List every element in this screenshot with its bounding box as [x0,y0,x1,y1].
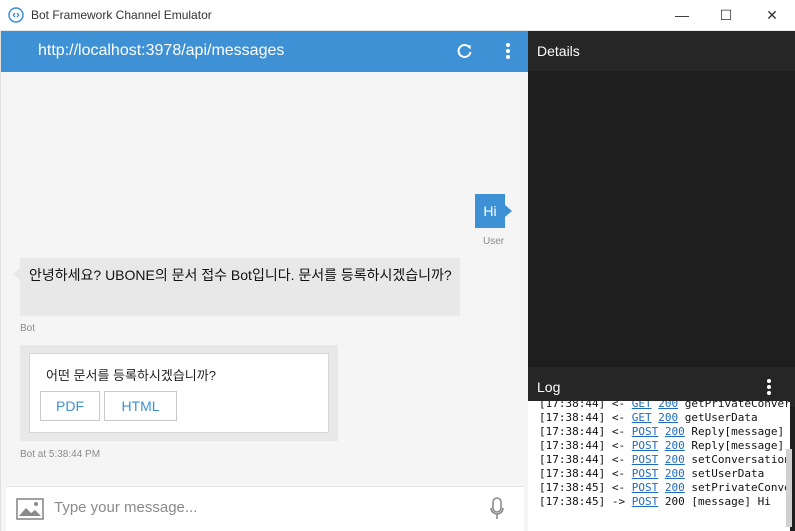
log-line: [17:38:45] -> POST 200 [message] Hi [539,495,771,508]
log-line: [17:38:44] <- POST 200 setConversation [539,453,790,466]
message-input-bar: Type your message... [6,486,524,531]
log-line: [17:38:44] <- GET 200 getPrivateConver [539,401,790,410]
bot-message-text: 안녕하세요? UBONE의 문서 접수 Bot입니다. 문서를 등록하시겠습니까… [29,267,452,283]
log-method-link[interactable]: POST [632,425,659,438]
user-message-bubble: Hi [475,194,512,228]
address-bar: http://localhost:3978/api/messages [1,31,529,72]
bot-emulator-logo-icon [8,7,24,23]
log-method-link[interactable]: GET [632,411,652,424]
card-button-pdf[interactable]: PDF [40,391,100,421]
log-title: Log [537,379,561,395]
log-line: [17:38:44] <- GET 200 getUserData [539,411,758,424]
card-meta: Bot at 5:38:44 PM [20,449,101,460]
log-method-link[interactable]: POST [632,439,659,452]
maximize-icon: ☐ [719,6,733,23]
log-method-link[interactable]: GET [632,401,652,410]
hero-card: 어떤 문서를 등록하시겠습니까? PDF HTML [29,353,329,433]
card-button-html[interactable]: HTML [104,391,177,421]
log-status-link[interactable]: 200 [658,411,678,424]
log-method-link[interactable]: POST [632,481,659,494]
log-scrollbar[interactable] [786,449,792,527]
log-line: [17:38:44] <- POST 200 setUserData [539,467,765,480]
log-panel: [17:38:44] <- GET 200 getPrivateConver [… [528,401,790,531]
card-text: 어떤 문서를 등록하시겠습니까? [46,368,216,383]
minimize-icon: — [675,7,689,23]
details-header: Details [528,31,795,71]
log-method-link[interactable]: POST [632,467,659,480]
log-method-link[interactable]: POST [632,453,659,466]
user-message-text: Hi [483,203,497,219]
more-vertical-icon[interactable] [501,41,515,61]
mic-icon[interactable] [490,497,504,521]
user-meta: User [483,236,505,247]
log-status-link[interactable]: 200 [665,467,685,480]
log-status-link[interactable]: 200 [665,481,685,494]
message-input[interactable]: Type your message... [54,499,197,516]
maximize-button[interactable]: ☐ [703,0,749,30]
bot-message-bubble: 안녕하세요? UBONE의 문서 접수 Bot입니다. 문서를 등록하시겠습니까… [13,258,460,315]
log-line: [17:38:44] <- POST 200 Reply[message] [539,439,785,452]
inspector-pane: Details Log [17:38:44] <- GET 200 getPri… [528,31,795,531]
endpoint-url[interactable]: http://localhost:3978/api/messages [38,42,284,60]
window-title: Bot Framework Channel Emulator [31,8,212,22]
log-status-link[interactable]: 200 [658,401,678,410]
bot-meta: Bot [20,323,36,334]
log-more-vertical-icon[interactable] [764,377,774,397]
hero-card-container: 어떤 문서를 등록하시겠습니까? PDF HTML [20,345,338,441]
refresh-icon[interactable] [456,42,474,60]
log-line: [17:38:44] <- POST 200 Reply[message] [539,425,785,438]
log-method-link[interactable]: POST [632,495,659,508]
log-status-link[interactable]: 200 [665,439,685,452]
title-bar: Bot Framework Channel Emulator — ☐ ✕ [0,0,795,31]
image-icon[interactable] [16,498,44,520]
log-status-link[interactable]: 200 [665,425,685,438]
minimize-button[interactable]: — [659,0,705,30]
log-status-link[interactable]: 200 [665,453,685,466]
close-icon: ✕ [766,6,778,23]
conversation-pane: http://localhost:3978/api/messages Hi Us… [0,31,529,531]
log-line: [17:38:45] <- POST 200 setPrivateConve [539,481,790,494]
details-title: Details [537,43,580,59]
close-button[interactable]: ✕ [749,0,795,30]
